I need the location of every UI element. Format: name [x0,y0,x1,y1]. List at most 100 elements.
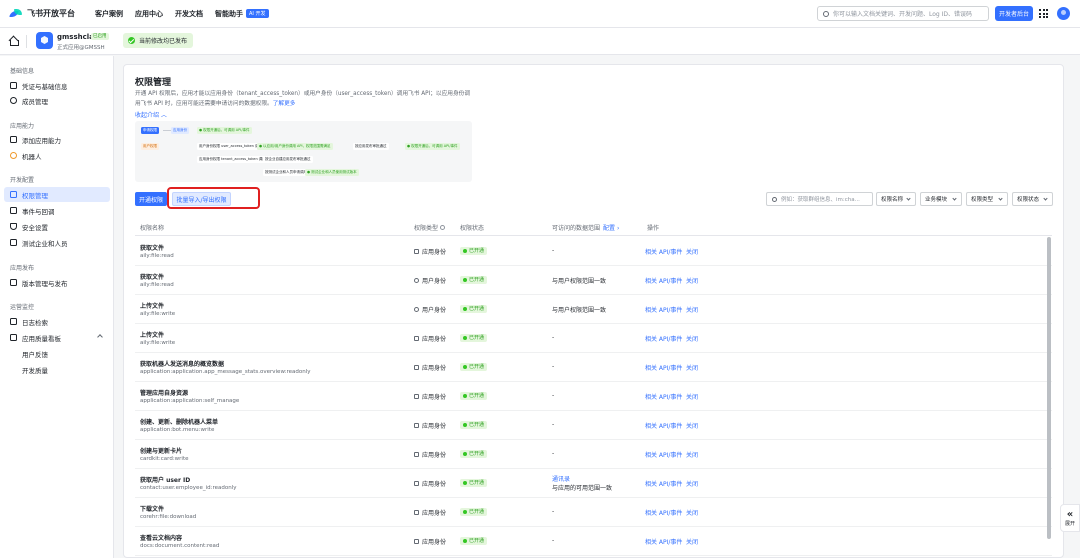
table-row: 创建与更新卡片 cardkit:card:write 应用身份 已开通 - 相关 API/… [135,440,1052,469]
version-icon [10,279,17,286]
app-identity-icon [414,452,419,457]
sidebar-item-permissions[interactable]: 权限管理 [4,187,110,202]
app-identity-icon [414,539,419,544]
close-permission-link[interactable]: 关闭 [686,334,698,343]
close-permission-link[interactable]: 关闭 [686,392,698,401]
sidebar-group-dev-config: 开发配置 [10,177,35,184]
close-permission-link[interactable]: 关闭 [686,508,698,517]
configure-range-link[interactable]: 配置 › [603,223,619,232]
app-icon [36,32,53,49]
user-avatar[interactable] [1057,7,1070,20]
sidebar-item-logs[interactable]: 日志检索 [4,314,110,329]
filter-permission-type[interactable]: 权限类型 [966,192,1008,206]
permission-icon [10,191,17,198]
nav-customer-cases[interactable]: 客户案例 [95,9,123,19]
related-api-link[interactable]: 相关 API/事件 [645,363,682,372]
permission-type: 应用身份 [414,421,446,430]
app-identity-icon [414,394,419,399]
permission-name: 管理应用自身资源 [140,390,189,397]
permission-scope: application:application.app_message_stat… [140,369,311,375]
feishu-logo[interactable]: 飞书开放平台 [9,8,75,19]
sidebar-item-members[interactable]: 成员管理 [4,93,110,108]
data-range: - [552,537,555,544]
flow-app-access: 应用身份权限 tenant_access_token 调用 [197,156,268,163]
published-text: 当前修改均已发布 [139,38,188,45]
sidebar-item-quality-board[interactable]: 应用质量看板 [4,330,110,345]
close-permission-link[interactable]: 关闭 [686,305,698,314]
app-identity-icon [414,481,419,486]
sidebar-item-credentials[interactable]: 凭证与基础信息 [4,78,110,93]
related-api-link[interactable]: 相关 API/事件 [645,247,682,256]
home-icon[interactable] [9,37,19,46]
close-permission-link[interactable]: 关闭 [686,537,698,546]
chart-icon [10,334,17,341]
status-badge: 已开通 [460,508,488,516]
close-permission-link[interactable]: 关闭 [686,363,698,372]
related-api-link[interactable]: 相关 API/事件 [645,334,682,343]
flow-start: 申请权限 [141,127,159,134]
related-api-link[interactable]: 相关 API/事件 [645,421,682,430]
global-search-input[interactable]: 你可以输入文档关键词、开发问题、Log ID、错误码 [817,6,989,21]
related-api-link[interactable]: 相关 API/事件 [645,479,682,488]
sidebar-group-release: 应用发布 [10,265,35,272]
table-header: 权限名称 权限类型 权限状态 可访问的数据范围 配置 › 操作 [135,219,1052,236]
close-permission-link[interactable]: 关闭 [686,247,698,256]
log-icon [10,318,17,325]
permission-name: 获取用户 user ID [140,477,191,484]
flow-step-c: 按测试企业和人员申请调用 [263,169,309,176]
close-permission-link[interactable]: 关闭 [686,276,698,285]
related-api-link[interactable]: 相关 API/事件 [645,508,682,517]
permission-name: 获取文件 [140,274,165,281]
sidebar-item-add-capability[interactable]: 添加应用能力 [4,132,110,147]
sidebar-item-test-tenant[interactable]: 测试企业和人员 [4,235,110,250]
filter-business-module[interactable]: 业务模块 [920,192,962,206]
status-badge: 已开通 [460,392,488,400]
close-permission-link[interactable]: 关闭 [686,479,698,488]
permission-type: 用户身份 [414,276,446,285]
expand-button[interactable]: « 展开 [1060,504,1080,532]
sidebar-item-security[interactable]: 安全设置 [4,219,110,234]
sidebar-item-version[interactable]: 版本管理与发布 [4,275,110,290]
permission-type: 应用身份 [414,334,446,343]
apps-grid-icon[interactable] [1039,9,1048,18]
filter-permission-name[interactable]: 权限名称 [876,192,916,206]
data-range: 与用户权限范围一致 [552,278,607,285]
close-permission-link[interactable]: 关闭 [686,421,698,430]
nav-app-center[interactable]: 应用中心 [135,9,163,19]
range-link[interactable]: 通讯录 [552,474,570,483]
flow-step-a: 按企业自建应用发布审批通过 [263,156,313,163]
table-row: 下载文件 corehr:file:download 应用身份 已开通 - 相关 API/事… [135,498,1052,527]
permission-name: 获取机器人发送消息的概览数据 [140,361,225,368]
feishu-logo-icon [9,8,22,19]
data-range: - [552,392,555,399]
permission-scope: application:bot.menu:write [140,427,215,433]
sidebar-item-events[interactable]: 事件与回调 [4,203,110,218]
app-identity-icon [414,365,419,370]
divider [26,35,27,48]
collapse-intro-link[interactable]: 收起介绍 ︿ [135,110,167,119]
related-api-link[interactable]: 相关 API/事件 [645,276,682,285]
app-header-bar: gmsshclaw 已启用 正式应用@GMSSH 当前修改均已发布 [0,28,1080,55]
sidebar-item-bot[interactable]: 机器人 [4,148,110,163]
open-permission-button[interactable]: 开通权限 [135,192,167,206]
user-identity-icon [414,278,419,283]
related-api-link[interactable]: 相关 API/事件 [645,305,682,314]
sidebar-item-feedback[interactable]: 用户反馈 [4,346,110,361]
sidebar-item-dev-quality[interactable]: 开发质量 [4,362,110,377]
related-api-link[interactable]: 相关 API/事件 [645,392,682,401]
close-permission-link[interactable]: 关闭 [686,450,698,459]
related-api-link[interactable]: 相关 API/事件 [645,450,682,459]
developer-console-button[interactable]: 开发者后台 [995,6,1033,21]
table-row: 上传文件 aily:file:write 用户身份 已开通 与用户权限范围一致 相关 AP… [135,295,1052,324]
related-api-link[interactable]: 相关 API/事件 [645,537,682,546]
learn-more-link[interactable]: 了解更多 [273,101,296,107]
help-icon[interactable] [440,225,446,230]
page-title: 权限管理 [135,78,172,88]
nav-ai-assistant[interactable]: 智能助手 AI 开发 [215,9,269,19]
permission-search-input[interactable]: 例如：获取群组信息、im:cha... [766,192,873,206]
scrollbar[interactable] [1047,237,1051,539]
status-badge: 已开通 [460,421,488,429]
nav-dev-docs[interactable]: 开发文档 [175,9,203,19]
permission-name: 创建与更新卡片 [140,448,183,455]
filter-permission-status[interactable]: 权限状态 [1012,192,1053,206]
